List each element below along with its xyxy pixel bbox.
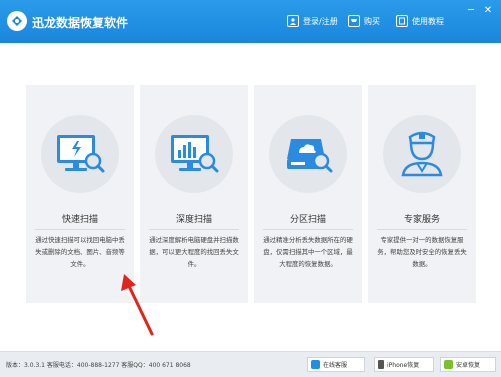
version-contact-info: 版本：3.0.3.1 客服电话：400-888-1277 客服QQ：400 67… <box>6 362 191 369</box>
iphone-recovery-label: iPhone恢复 <box>387 362 420 369</box>
online-support-button[interactable]: 在线客服 <box>307 357 365 372</box>
android-recovery-button[interactable]: 安卓恢复 <box>440 357 496 372</box>
status-bar: 版本：3.0.3.1 客服电话：400-888-1277 客服QQ：400 67… <box>0 351 501 377</box>
online-support-label: 在线客服 <box>323 362 348 369</box>
iphone-recovery-button[interactable]: iPhone恢复 <box>374 357 434 372</box>
iphone-icon <box>378 360 384 369</box>
qq-icon <box>311 360 320 369</box>
annotation-arrow <box>121 274 154 336</box>
android-icon <box>444 360 453 369</box>
android-recovery-label: 安卓恢复 <box>456 362 481 369</box>
